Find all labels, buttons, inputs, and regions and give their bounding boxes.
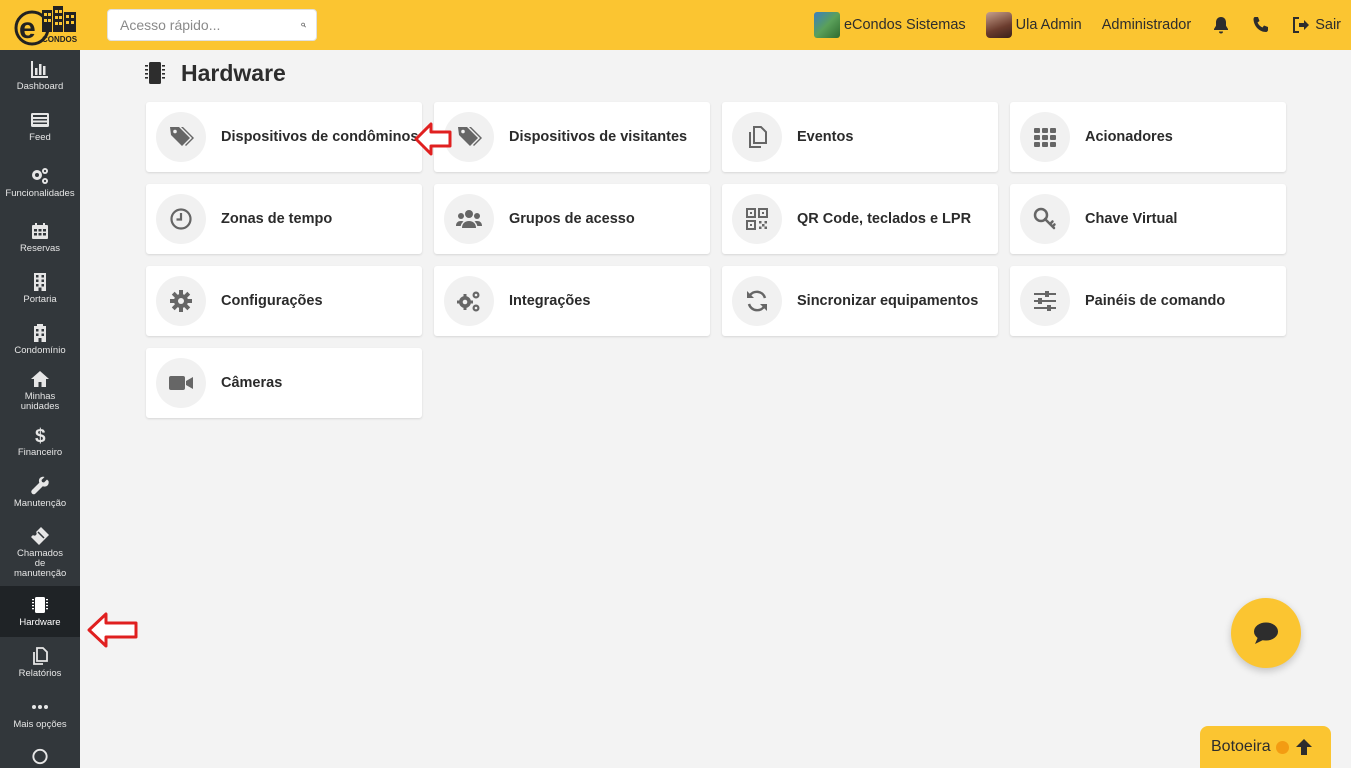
tags-icon (170, 127, 194, 146)
sidebar-item-reservas[interactable]: Reservas (0, 212, 80, 263)
clock-icon (170, 208, 192, 230)
notifications-button[interactable] (1201, 0, 1241, 50)
sidebar-item-feed[interactable]: Feed (0, 101, 80, 152)
home-icon (31, 371, 49, 387)
sidebar-item-condominio[interactable]: Condomínio (0, 314, 80, 365)
tags-icon (458, 127, 482, 146)
annotation-arrow-icon (414, 122, 452, 156)
sidebar-item-financeiro[interactable]: $ Financeiro (0, 416, 80, 467)
building-icon (34, 273, 46, 291)
search-input[interactable] (120, 17, 301, 33)
card-chave-virtual[interactable]: Chave Virtual (1010, 184, 1286, 254)
svg-text:e: e (19, 12, 36, 45)
chip-icon (145, 62, 165, 84)
users-icon (456, 210, 482, 228)
condo-selector[interactable]: eCondos Sistemas (804, 0, 976, 50)
card-zonas-tempo[interactable]: Zonas de tempo (146, 184, 422, 254)
page-title: Hardware (181, 59, 286, 86)
card-paineis-comando[interactable]: Painéis de comando (1010, 266, 1286, 336)
wrench-icon (31, 476, 49, 495)
copy-icon (749, 126, 767, 148)
card-configuracoes[interactable]: Configurações (146, 266, 422, 336)
botoeira-label: Botoeira (1211, 738, 1271, 755)
sidebar-item-minhas-unidades[interactable]: Minhas unidades (0, 365, 80, 416)
card-qrcode[interactable]: QR Code, teclados e LPR (722, 184, 998, 254)
ticket-icon (31, 526, 49, 545)
top-bar: e CONDOS eCondos Sistemas Ula Admin (0, 0, 1351, 50)
page-header: Hardware (145, 58, 286, 88)
qrcode-icon (746, 208, 768, 230)
gear-icon (170, 290, 192, 312)
logout-label: Sair (1315, 17, 1341, 33)
sidebar-item-funcionalidades[interactable]: Funcionalidades (0, 152, 80, 212)
sidebar-item-relatorios[interactable]: Relatórios (0, 637, 80, 688)
svg-text:CONDOS: CONDOS (42, 35, 78, 44)
building-icon (34, 324, 46, 342)
card-dispositivos-condominos[interactable]: Dispositivos de condôminos (146, 102, 422, 172)
card-grupos-acesso[interactable]: Grupos de acesso (434, 184, 710, 254)
chat-button[interactable] (1231, 598, 1301, 668)
condo-name: eCondos Sistemas (843, 17, 966, 33)
arrow-up-icon[interactable] (1295, 738, 1313, 756)
calendar-icon (32, 223, 48, 239)
video-icon (169, 376, 193, 390)
sync-icon (747, 290, 767, 312)
user-avatar (985, 12, 1012, 38)
card-acionadores[interactable]: Acionadores (1010, 102, 1286, 172)
gears-icon (32, 167, 48, 184)
botoeira-panel[interactable]: Botoeira (1200, 726, 1331, 768)
card-integracoes[interactable]: Integrações (434, 266, 710, 336)
quick-search[interactable] (107, 9, 317, 41)
role-label: Administrador (1101, 17, 1192, 33)
circle-icon (32, 748, 48, 765)
user-name: Ula Admin (1015, 17, 1082, 33)
sidebar-item-portaria[interactable]: Portaria (0, 263, 80, 314)
status-dot (1275, 740, 1289, 754)
comment-icon (1254, 622, 1278, 644)
econdos-logo[interactable]: e CONDOS (12, 4, 78, 46)
sliders-icon (1034, 291, 1056, 311)
role-menu[interactable]: Administrador (1092, 0, 1201, 50)
sidebar-item-dashboard[interactable]: Dashboard (0, 50, 80, 101)
sidebar-item-more[interactable] (0, 739, 80, 768)
card-cameras[interactable]: Câmeras (146, 348, 422, 418)
dollar-icon: $ (35, 426, 46, 445)
card-dispositivos-visitantes[interactable]: Dispositivos de visitantes (434, 102, 710, 172)
sidebar-item-chamados[interactable]: Chamados de manutenção (0, 518, 80, 586)
search-icon[interactable] (301, 17, 306, 33)
chip-icon (32, 597, 48, 613)
key-icon (1033, 207, 1056, 230)
sidebar-item-hardware[interactable]: Hardware (0, 586, 80, 637)
sidebar-item-manutencao[interactable]: Manutenção (0, 467, 80, 518)
sidebar: Dashboard Feed Funcionalidades Reservas … (0, 50, 80, 768)
condo-avatar (813, 12, 840, 38)
card-eventos[interactable]: Eventos (722, 102, 998, 172)
grid-icon (1034, 128, 1056, 147)
card-sincronizar[interactable]: Sincronizar equipamentos (722, 266, 998, 336)
copy-icon (33, 647, 48, 665)
phone-icon (1253, 17, 1269, 32)
sidebar-item-mais-opcoes[interactable]: Mais opções (0, 688, 80, 739)
bell-icon (1214, 17, 1229, 34)
ellipsis-icon (32, 705, 48, 709)
feed-icon (31, 113, 49, 127)
annotation-arrow-icon (87, 612, 138, 648)
logout-button[interactable]: Sair (1281, 0, 1341, 50)
phone-button[interactable] (1241, 0, 1281, 50)
chart-icon (31, 61, 48, 78)
gears-icon (457, 291, 480, 312)
user-menu[interactable]: Ula Admin (976, 0, 1092, 50)
svg-text:$: $ (35, 426, 46, 445)
sign-out-icon (1293, 17, 1310, 33)
